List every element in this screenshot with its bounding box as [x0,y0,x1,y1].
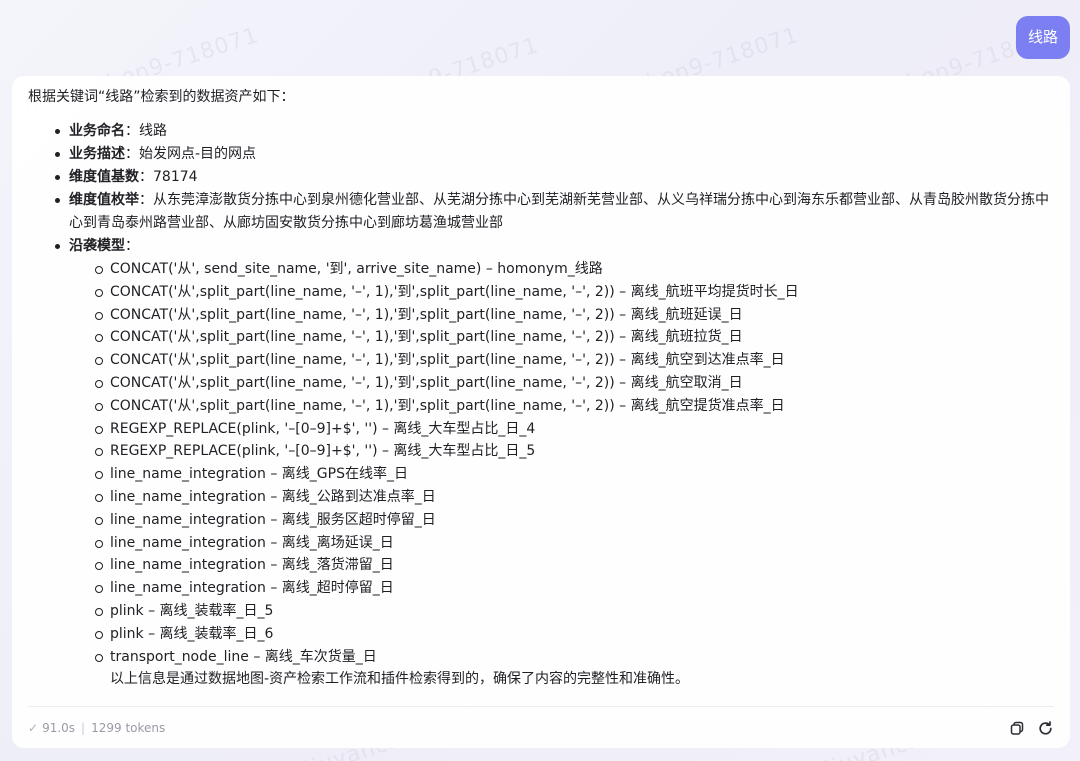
answer-closing-text: 以上信息是通过数据地图-资产检索工作流和插件检索得到的，确保了内容的完整性和准确… [110,671,690,688]
user-message-text: 线路 [1027,28,1058,46]
lineage-model-list: CONCAT('从', send_site_name, '到', arrive_… [69,258,1054,668]
lineage-model-item: line_name_integration – 离线_GPS在线率_日 [95,463,1054,486]
lineage-model-item: CONCAT('从',split_part(line_name, '–', 1)… [95,349,1054,372]
lineage-model-item: line_name_integration – 离线_落货滞留_日 [95,554,1054,577]
item-value: 始发网点-目的网点 [139,146,257,162]
list-item-cardinality: 维度值基数：78174 [55,166,1054,189]
response-duration: 91.0s [42,721,76,735]
lineage-model-item: REGEXP_REPLACE(plink, '–[0–9]+$', '') – … [95,418,1054,441]
lineage-model-item: line_name_integration – 离线_离场延误_日 [95,532,1054,555]
item-label: 维度值枚举 [69,192,139,208]
list-item-lineage-models: 沿袭模型： CONCAT('从', send_site_name, '到', a… [55,235,1054,668]
lineage-model-item: line_name_integration – 离线_公路到达准点率_日 [95,486,1054,509]
lineage-model-item: transport_node_line – 离线_车次货量_日 [95,646,1054,669]
lineage-model-item: line_name_integration – 离线_超时停留_日 [95,577,1054,600]
item-label: 沿袭模型 [69,238,125,254]
list-item-enumeration: 维度值枚举：从东莞漳澎散货分拣中心到泉州德化营业部、从芜湖分拣中心到芜湖新芜营业… [55,189,1054,235]
lineage-model-item: line_name_integration – 离线_服务区超时停留_日 [95,509,1054,532]
check-icon: ✓ [28,721,39,735]
lineage-model-item: plink – 离线_装载率_日_6 [95,623,1054,646]
footer-divider [28,706,1054,707]
item-label: 维度值基数 [69,169,139,185]
item-value: 78174 [153,169,198,185]
lineage-model-item: CONCAT('从',split_part(line_name, '–', 1)… [95,304,1054,327]
item-value: 线路 [139,123,167,139]
user-message-bubble: 线路 [1015,16,1070,59]
asset-attribute-list: 业务命名：线路 业务描述：始发网点-目的网点 维度值基数：78174 维度值枚举… [28,120,1054,668]
list-item-business-description: 业务描述：始发网点-目的网点 [55,143,1054,166]
lineage-model-item: CONCAT('从',split_part(line_name, '–', 1)… [95,281,1054,304]
refresh-icon[interactable] [1036,719,1054,737]
lineage-model-item: CONCAT('从',split_part(line_name, '–', 1)… [95,372,1054,395]
lineage-model-item: CONCAT('从', send_site_name, '到', arrive_… [95,258,1054,281]
answer-intro: 根据关键词“线路”检索到的数据资产如下： [28,89,295,105]
item-value: 从东莞漳澎散货分拣中心到泉州德化营业部、从芜湖分拣中心到芜湖新芜营业部、从义乌祥… [69,192,1049,231]
answer-footer: ✓ 91.0s | 1299 tokens [28,718,1054,738]
item-label: 业务命名 [69,123,125,139]
footer-separator: | [81,721,86,735]
token-count: 1299 tokens [91,721,166,735]
assistant-answer-card: 根据关键词“线路”检索到的数据资产如下： 业务命名：线路 业务描述：始发网点-目… [12,76,1070,748]
copy-icon[interactable] [1008,719,1026,737]
item-label: 业务描述 [69,146,125,162]
list-item-business-name: 业务命名：线路 [55,120,1054,143]
lineage-model-item: REGEXP_REPLACE(plink, '–[0–9]+$', '') – … [95,440,1054,463]
lineage-model-item: CONCAT('从',split_part(line_name, '–', 1)… [95,395,1054,418]
footer-actions [1008,719,1054,737]
lineage-model-item: plink – 离线_装载率_日_5 [95,600,1054,623]
lineage-model-item: CONCAT('从',split_part(line_name, '–', 1)… [95,326,1054,349]
